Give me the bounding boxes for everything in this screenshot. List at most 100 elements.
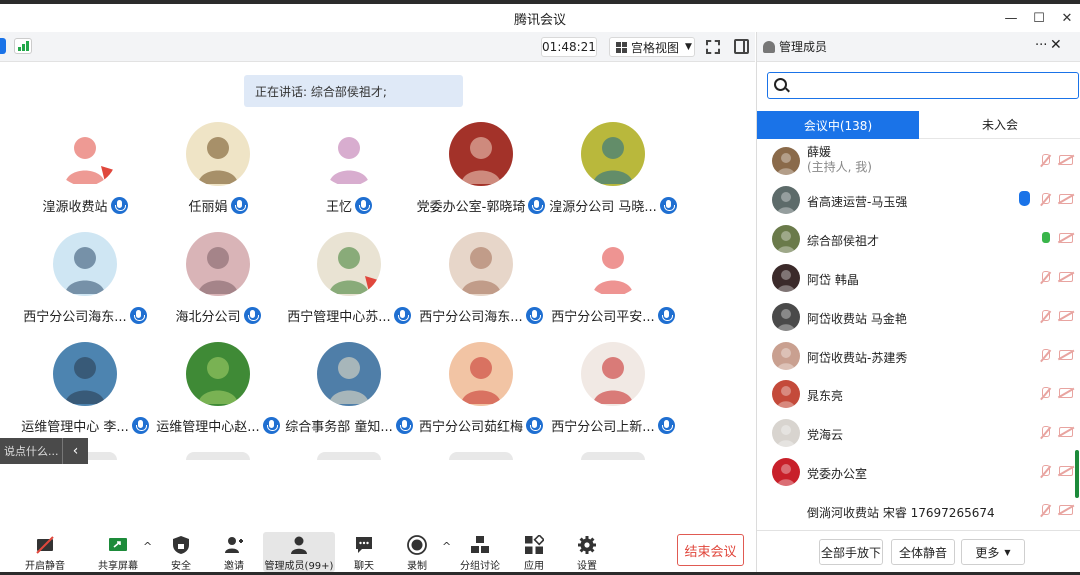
avatar <box>772 458 800 487</box>
chat-bubble-icon <box>354 535 374 555</box>
minimize-icon[interactable]: — <box>1004 11 1018 26</box>
mic-off-icon[interactable] <box>1039 387 1051 401</box>
settings-label: 设置 <box>577 561 597 572</box>
shield-icon[interactable] <box>0 38 6 54</box>
mic-off-icon[interactable] <box>1039 192 1051 207</box>
mic-off-icon[interactable] <box>1039 426 1051 440</box>
mic-off-icon[interactable] <box>1039 504 1051 518</box>
view-mode-button[interactable]: 宫格视图 ▼ <box>609 37 695 57</box>
participant-name: 西宁分公司上新... <box>551 420 655 435</box>
camera-off-icon[interactable] <box>1059 349 1073 360</box>
mic-off-icon[interactable] <box>1039 465 1051 479</box>
close-panel-icon[interactable]: ✕ <box>1050 37 1062 53</box>
participant-name: 晁东亮 <box>807 389 844 404</box>
avatar <box>186 122 250 186</box>
participant-row[interactable]: 倒淌河收费站 宋睿 17697265674 <box>757 492 1080 530</box>
participant-name: 西宁分公司茹红梅 <box>418 420 523 435</box>
participant-tile-label: 运维管理中心赵... <box>153 416 283 435</box>
collapse-chat-icon[interactable]: ‹ <box>62 438 88 464</box>
participant-tile[interactable]: 西宁分公司平安... <box>548 232 678 332</box>
participant-row[interactable]: 综合部侯祖才 <box>757 220 1080 258</box>
settings-button[interactable]: 设置 <box>554 532 620 572</box>
participant-name-block: 倒淌河收费站 宋睿 17697265674 <box>807 504 995 521</box>
participant-tile[interactable]: 西宁分公司茹红梅 <box>416 342 546 442</box>
participant-tile[interactable]: 海北分公司 <box>153 232 283 332</box>
participant-tile[interactable]: 西宁管理中心苏... <box>284 232 414 332</box>
participant-tile[interactable]: 湟源收费站 <box>20 122 150 222</box>
chat-quick-input[interactable]: 说点什么... ‹ <box>0 438 88 464</box>
mic-off-icon[interactable] <box>1039 270 1051 285</box>
camera-off-icon[interactable] <box>1059 193 1073 204</box>
member-search-input[interactable] <box>794 76 1074 96</box>
lower-all-hands-button[interactable]: 全部手放下 <box>819 539 883 565</box>
mic-off-icon[interactable] <box>1039 154 1051 168</box>
share-screen-button[interactable]: 共享屏幕 <box>85 532 151 572</box>
mute-all-button[interactable]: 全体静音 <box>891 539 955 565</box>
participant-name: 薛媛 <box>807 145 832 159</box>
mic-icon <box>131 417 149 434</box>
participant-tile-label: 湟源分公司 马晓... <box>548 196 678 215</box>
record-button[interactable]: 录制 <box>384 532 450 572</box>
more-label: 更多 <box>975 545 1000 560</box>
mic-icon[interactable] <box>1039 231 1051 246</box>
participant-tile[interactable]: 运维管理中心赵... <box>153 342 283 442</box>
share-screen-label: 共享屏幕 <box>98 561 138 572</box>
end-meeting-button[interactable]: 结束会议 <box>677 534 744 566</box>
camera-off-icon[interactable] <box>1059 388 1073 399</box>
camera-off-icon[interactable] <box>1059 466 1073 477</box>
invite-button[interactable]: 邀请 <box>201 532 267 572</box>
avatar <box>772 419 800 448</box>
participant-name: 党委办公室 <box>807 467 868 482</box>
sidebar-toggle-icon[interactable] <box>734 39 749 54</box>
signal-icon[interactable] <box>14 38 32 54</box>
unmute-button[interactable]: 开启静音 <box>12 532 78 572</box>
participant-row[interactable]: 党海云 <box>757 414 1080 452</box>
person-icon <box>763 40 775 53</box>
participant-tile[interactable]: 综合事务部 童知... <box>284 342 414 442</box>
tab-in-meeting[interactable]: 会议中(138) <box>757 111 919 139</box>
participant-tile[interactable]: 湟源分公司 马晓... <box>548 122 678 222</box>
breakout-label: 分组讨论 <box>460 561 500 572</box>
more-options-icon[interactable]: ··· <box>1035 38 1047 53</box>
mic-off-icon[interactable] <box>1039 309 1051 324</box>
manage-members-button[interactable]: 管理成员(99+) <box>263 532 335 572</box>
participant-row[interactable]: 晁东亮 <box>757 375 1080 413</box>
close-icon[interactable]: ✕ <box>1060 11 1074 26</box>
participant-tile[interactable]: 西宁分公司上新... <box>548 342 678 442</box>
participant-row[interactable]: 阿岱收费站-苏建秀 <box>757 337 1080 375</box>
members-icon <box>289 535 309 555</box>
camera-off-icon[interactable] <box>1059 155 1073 165</box>
tab-not-joined[interactable]: 未入会 <box>919 111 1080 139</box>
more-button[interactable]: 更多 ▼ <box>961 539 1025 565</box>
maximize-icon[interactable]: ☐ <box>1032 11 1046 26</box>
participant-tile[interactable]: 运维管理中心 李... <box>20 342 150 442</box>
meeting-topbar: 01:48:21 宫格视图 ▼ <box>0 32 755 62</box>
participant-tile[interactable]: 西宁分公司海东... <box>416 232 546 332</box>
participant-row[interactable]: 阿岱收费站 马金艳 <box>757 298 1080 336</box>
participant-tile-label: 综合事务部 童知... <box>284 416 414 435</box>
participant-tile-label: 王忆 <box>284 196 414 215</box>
avatar <box>772 263 800 292</box>
participant-tile[interactable]: 任丽娟 <box>153 122 283 222</box>
mic-icon <box>657 307 675 324</box>
participant-row[interactable]: 省高速运营-马玉强 <box>757 181 1080 219</box>
camera-off-icon[interactable] <box>1059 427 1073 438</box>
camera-off-icon[interactable] <box>1059 232 1073 243</box>
list-scrollbar[interactable] <box>1075 450 1079 498</box>
camera-off-icon[interactable] <box>1059 505 1073 516</box>
participant-tile[interactable]: 王忆 <box>284 122 414 222</box>
avatar <box>449 232 513 296</box>
participant-row[interactable]: 薛媛 (主持人, 我) <box>757 142 1080 180</box>
camera-off-icon[interactable] <box>1059 271 1073 282</box>
participant-row[interactable]: 党委办公室 <box>757 453 1080 491</box>
participant-name: 湟源收费站 <box>42 200 108 215</box>
participant-tile[interactable]: 西宁分公司海东... <box>20 232 150 332</box>
fullscreen-icon[interactable] <box>706 40 720 54</box>
participant-row[interactable]: 阿岱 韩晶 <box>757 259 1080 297</box>
mic-off-icon[interactable] <box>1039 348 1051 363</box>
window-controls: — ☐ ✕ <box>1004 4 1074 32</box>
participant-tile-label: 湟源收费站 <box>20 196 150 215</box>
title-bar: 腾讯会议 <box>0 4 1080 32</box>
camera-off-icon[interactable] <box>1059 310 1073 321</box>
participant-tile[interactable]: 党委办公室-郭晓琦 <box>416 122 546 222</box>
